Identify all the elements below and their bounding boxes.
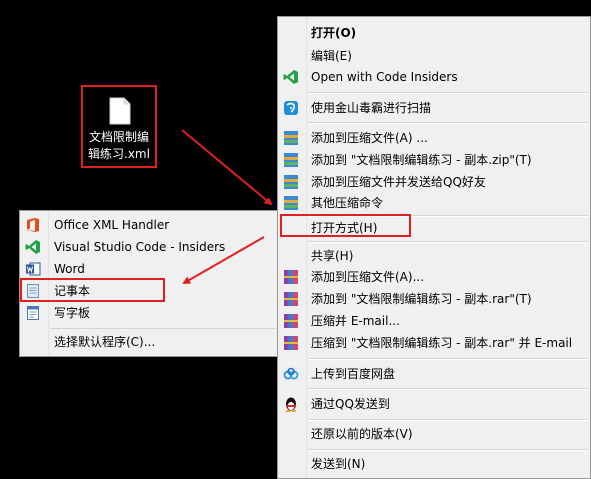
annotation-arrows bbox=[181, 129, 273, 284]
arrow-to-notepad bbox=[182, 236, 265, 284]
desktop: 文档限制编 辑练习.xml 打开(O) 编辑(E) Open with Code… bbox=[0, 0, 591, 479]
arrow-file-to-open-with bbox=[181, 129, 273, 206]
